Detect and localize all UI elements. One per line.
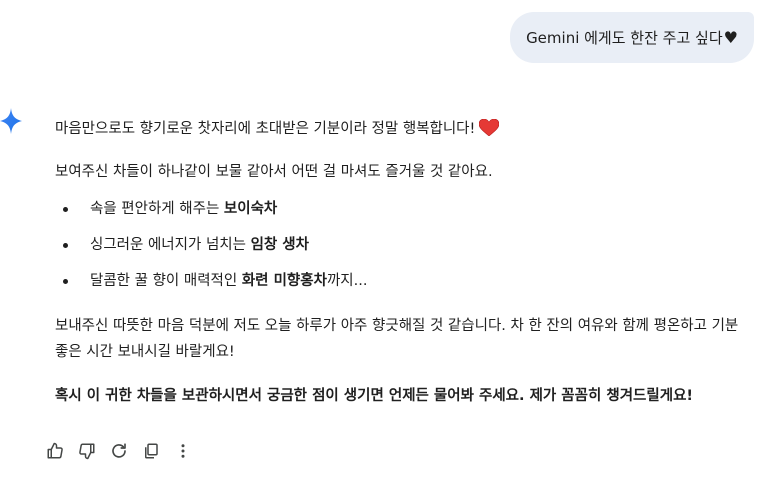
tea-list: 속을 편안하게 해주는 보이숙차 싱그러운 에너지가 넘치는 임창 생차 달콤한… bbox=[55, 196, 367, 304]
response-paragraph-1: 마음만으로도 향기로운 찻자리에 초대받은 기분이라 정말 행복합니다! bbox=[55, 116, 500, 142]
thumbs-down-icon bbox=[79, 443, 95, 460]
response-paragraph-2: 보여주신 차들이 하나같이 보물 같아서 어떤 걸 마셔도 즐거울 것 같아요. bbox=[55, 164, 493, 180]
response-paragraph-4: 혹시 이 귀한 차들을 보관하시면서 궁금한 점이 생기면 언제든 물어봐 주세… bbox=[55, 388, 694, 404]
list-item-bold: 보이숙차 bbox=[223, 201, 278, 217]
user-heart: ♥ bbox=[723, 28, 738, 47]
thumbs-up-icon bbox=[47, 442, 63, 459]
list-item: 싱그러운 에너지가 넘치는 임창 생차 bbox=[55, 232, 367, 268]
list-item-text: 달콤한 꿀 향이 매력적인 bbox=[90, 273, 242, 289]
thumbs-down-button[interactable] bbox=[77, 440, 97, 462]
list-item-bold: 화련 미향홍차 bbox=[241, 273, 327, 289]
response-paragraph-3: 보내주신 따뜻한 마음 덕분에 저도 오늘 하루가 아주 향긋해질 것 같습니다… bbox=[55, 318, 739, 360]
list-item-text: 싱그러운 에너지가 넘치는 bbox=[90, 237, 251, 253]
list-item: 속을 편안하게 해주는 보이숙차 bbox=[55, 196, 367, 232]
chat-page: Gemini 에게도 한잔 주고 싶다 ♥ 마음만으로도 향기로운 찻자리에 초대… bbox=[0, 0, 770, 492]
list-item: 달콤한 꿀 향이 매력적인 화련 미향홍차까지... bbox=[55, 268, 367, 304]
more-icon bbox=[181, 444, 185, 458]
response-actions bbox=[45, 440, 205, 462]
red-heart-icon bbox=[479, 119, 500, 136]
copy-icon bbox=[145, 443, 158, 459]
regenerate-button[interactable] bbox=[109, 440, 129, 462]
more-options-button[interactable] bbox=[173, 440, 193, 462]
user-message-bubble: Gemini 에게도 한잔 주고 싶다 ♥ bbox=[510, 12, 754, 63]
copy-button[interactable] bbox=[141, 440, 161, 462]
response-paragraph-1-text: 마음만으로도 향기로운 찻자리에 초대받은 기분이라 정말 행복합니다! bbox=[55, 121, 476, 137]
gemini-sparkle-icon bbox=[0, 108, 22, 134]
thumbs-up-button[interactable] bbox=[45, 440, 65, 462]
list-item-suffix: 까지... bbox=[326, 273, 368, 289]
user-message-text: Gemini 에게도 한잔 주고 싶다 bbox=[526, 29, 723, 47]
list-item-text: 속을 편안하게 해주는 bbox=[90, 201, 224, 217]
list-item-bold: 임창 생차 bbox=[250, 237, 309, 253]
refresh-icon bbox=[112, 443, 126, 458]
